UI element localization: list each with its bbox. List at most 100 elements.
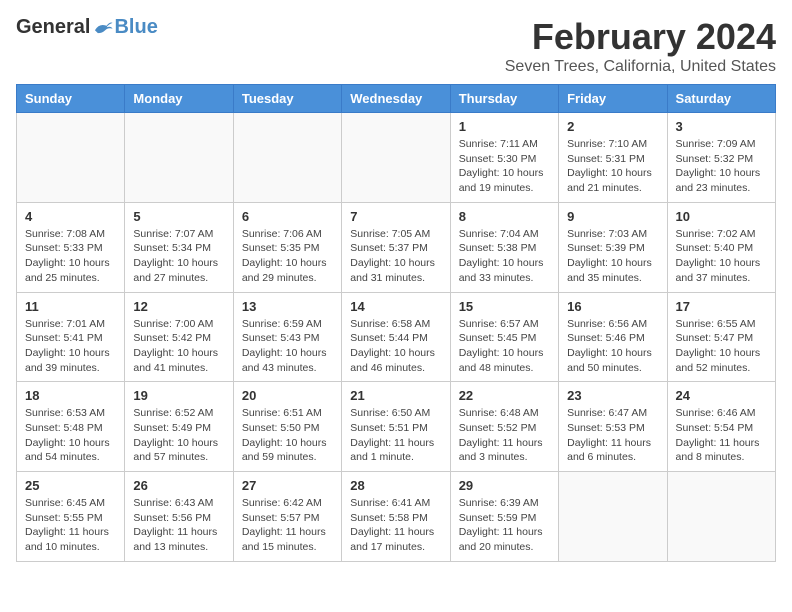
day-number: 5 <box>133 209 224 224</box>
day-number: 2 <box>567 119 658 134</box>
calendar-cell: 14Sunrise: 6:58 AMSunset: 5:44 PMDayligh… <box>342 292 450 382</box>
day-info: Sunrise: 6:56 AMSunset: 5:46 PMDaylight:… <box>567 317 658 376</box>
month-title: February 2024 <box>505 16 776 58</box>
calendar-cell: 6Sunrise: 7:06 AMSunset: 5:35 PMDaylight… <box>233 202 341 292</box>
day-info: Sunrise: 6:52 AMSunset: 5:49 PMDaylight:… <box>133 406 224 465</box>
day-number: 10 <box>676 209 767 224</box>
day-number: 27 <box>242 478 333 493</box>
day-number: 7 <box>350 209 441 224</box>
calendar-week-4: 25 Sunrise: 6:45 AMSunset: 5:55 PMDayligh… <box>17 472 776 562</box>
calendar-cell <box>233 113 341 203</box>
calendar-cell: 25 Sunrise: 6:45 AMSunset: 5:55 PMDayligh… <box>17 472 125 562</box>
day-info: Sunrise: 6:59 AMSunset: 5:43 PMDaylight:… <box>242 317 333 376</box>
calendar-header-saturday: Saturday <box>667 85 775 113</box>
calendar-cell: 9Sunrise: 7:03 AMSunset: 5:39 PMDaylight… <box>559 202 667 292</box>
calendar-cell: 22 Sunrise: 6:48 AMSunset: 5:52 PMDayligh… <box>450 382 558 472</box>
day-info: Sunrise: 7:02 AMSunset: 5:40 PMDaylight:… <box>676 227 767 286</box>
day-info: Sunrise: 7:07 AMSunset: 5:34 PMDaylight:… <box>133 227 224 286</box>
day-info: Sunrise: 6:51 AMSunset: 5:50 PMDaylight:… <box>242 406 333 465</box>
calendar-cell: 16 Sunrise: 6:56 AMSunset: 5:46 PMDayligh… <box>559 292 667 382</box>
title-area: February 2024 Seven Trees, California, U… <box>505 16 776 76</box>
calendar-header-row: SundayMondayTuesdayWednesdayThursdayFrid… <box>17 85 776 113</box>
calendar-cell: 24 Sunrise: 6:46 AMSunset: 5:54 PMDayligh… <box>667 382 775 472</box>
day-number: 1 <box>459 119 550 134</box>
calendar-cell: 13 Sunrise: 6:59 AMSunset: 5:43 PMDayligh… <box>233 292 341 382</box>
day-info: Sunrise: 7:09 AMSunset: 5:32 PMDaylight:… <box>676 137 767 196</box>
day-number: 29 <box>459 478 550 493</box>
day-number: 18 <box>25 388 116 403</box>
day-number: 26 <box>133 478 224 493</box>
day-info: Sunrise: 6:48 AMSunset: 5:52 PMDaylight:… <box>459 406 550 465</box>
calendar-cell: 20 Sunrise: 6:51 AMSunset: 5:50 PMDayligh… <box>233 382 341 472</box>
calendar-cell <box>559 472 667 562</box>
day-info: Sunrise: 7:08 AMSunset: 5:33 PMDaylight:… <box>25 227 116 286</box>
day-info: Sunrise: 7:11 AMSunset: 5:30 PMDaylight:… <box>459 137 550 196</box>
day-info: Sunrise: 6:41 AMSunset: 5:58 PMDaylight:… <box>350 496 441 555</box>
calendar-cell: 12Sunrise: 7:00 AMSunset: 5:42 PMDayligh… <box>125 292 233 382</box>
calendar-cell: 4 Sunrise: 7:08 AMSunset: 5:33 PMDaylight… <box>17 202 125 292</box>
day-number: 23 <box>567 388 658 403</box>
day-number: 24 <box>676 388 767 403</box>
calendar-cell: 2Sunrise: 7:10 AMSunset: 5:31 PMDaylight… <box>559 113 667 203</box>
day-info: Sunrise: 7:01 AMSunset: 5:41 PMDaylight:… <box>25 317 116 376</box>
day-info: Sunrise: 6:42 AMSunset: 5:57 PMDaylight:… <box>242 496 333 555</box>
day-number: 22 <box>459 388 550 403</box>
calendar-week-0: 1 Sunrise: 7:11 AMSunset: 5:30 PMDaylight… <box>17 113 776 203</box>
calendar-cell: 1 Sunrise: 7:11 AMSunset: 5:30 PMDaylight… <box>450 113 558 203</box>
day-number: 25 <box>25 478 116 493</box>
calendar-cell: 10 Sunrise: 7:02 AMSunset: 5:40 PMDayligh… <box>667 202 775 292</box>
calendar-cell: 21 Sunrise: 6:50 AMSunset: 5:51 PMDayligh… <box>342 382 450 472</box>
calendar-cell: 17 Sunrise: 6:55 AMSunset: 5:47 PMDayligh… <box>667 292 775 382</box>
calendar-cell: 27 Sunrise: 6:42 AMSunset: 5:57 PMDayligh… <box>233 472 341 562</box>
day-number: 3 <box>676 119 767 134</box>
calendar-header-tuesday: Tuesday <box>233 85 341 113</box>
day-info: Sunrise: 7:04 AMSunset: 5:38 PMDaylight:… <box>459 227 550 286</box>
calendar-header-wednesday: Wednesday <box>342 85 450 113</box>
day-number: 21 <box>350 388 441 403</box>
calendar-cell <box>667 472 775 562</box>
day-number: 19 <box>133 388 224 403</box>
day-info: Sunrise: 6:53 AMSunset: 5:48 PMDaylight:… <box>25 406 116 465</box>
day-number: 11 <box>25 299 116 314</box>
calendar-header-thursday: Thursday <box>450 85 558 113</box>
day-number: 8 <box>459 209 550 224</box>
calendar-cell: 29 Sunrise: 6:39 AMSunset: 5:59 PMDayligh… <box>450 472 558 562</box>
day-number: 20 <box>242 388 333 403</box>
day-info: Sunrise: 6:39 AMSunset: 5:59 PMDaylight:… <box>459 496 550 555</box>
logo-bird-icon <box>92 19 114 37</box>
calendar-week-2: 11 Sunrise: 7:01 AMSunset: 5:41 PMDayligh… <box>17 292 776 382</box>
day-number: 6 <box>242 209 333 224</box>
day-info: Sunrise: 7:05 AMSunset: 5:37 PMDaylight:… <box>350 227 441 286</box>
calendar-cell <box>125 113 233 203</box>
day-info: Sunrise: 6:50 AMSunset: 5:51 PMDaylight:… <box>350 406 441 465</box>
calendar-cell: 15 Sunrise: 6:57 AMSunset: 5:45 PMDayligh… <box>450 292 558 382</box>
calendar-cell: 19 Sunrise: 6:52 AMSunset: 5:49 PMDayligh… <box>125 382 233 472</box>
day-number: 16 <box>567 299 658 314</box>
calendar-cell: 7 Sunrise: 7:05 AMSunset: 5:37 PMDaylight… <box>342 202 450 292</box>
day-number: 12 <box>133 299 224 314</box>
logo-blue: Blue <box>114 16 157 39</box>
calendar-week-3: 18 Sunrise: 6:53 AMSunset: 5:48 PMDayligh… <box>17 382 776 472</box>
day-number: 28 <box>350 478 441 493</box>
calendar-cell: 8 Sunrise: 7:04 AMSunset: 5:38 PMDaylight… <box>450 202 558 292</box>
day-info: Sunrise: 6:55 AMSunset: 5:47 PMDaylight:… <box>676 317 767 376</box>
day-info: Sunrise: 6:46 AMSunset: 5:54 PMDaylight:… <box>676 406 767 465</box>
calendar-cell: 23Sunrise: 6:47 AMSunset: 5:53 PMDayligh… <box>559 382 667 472</box>
day-info: Sunrise: 6:57 AMSunset: 5:45 PMDaylight:… <box>459 317 550 376</box>
day-number: 15 <box>459 299 550 314</box>
calendar-header-friday: Friday <box>559 85 667 113</box>
calendar-cell <box>342 113 450 203</box>
day-number: 17 <box>676 299 767 314</box>
calendar-cell <box>17 113 125 203</box>
day-number: 13 <box>242 299 333 314</box>
day-info: Sunrise: 6:58 AMSunset: 5:44 PMDaylight:… <box>350 317 441 376</box>
calendar-cell: 18 Sunrise: 6:53 AMSunset: 5:48 PMDayligh… <box>17 382 125 472</box>
calendar-table: SundayMondayTuesdayWednesdayThursdayFrid… <box>16 84 776 562</box>
day-info: Sunrise: 6:45 AMSunset: 5:55 PMDaylight:… <box>25 496 116 555</box>
calendar-cell: 5 Sunrise: 7:07 AMSunset: 5:34 PMDaylight… <box>125 202 233 292</box>
calendar-cell: 11 Sunrise: 7:01 AMSunset: 5:41 PMDayligh… <box>17 292 125 382</box>
logo-general: General <box>16 16 90 39</box>
day-number: 9 <box>567 209 658 224</box>
calendar-cell: 3 Sunrise: 7:09 AMSunset: 5:32 PMDaylight… <box>667 113 775 203</box>
day-number: 4 <box>25 209 116 224</box>
